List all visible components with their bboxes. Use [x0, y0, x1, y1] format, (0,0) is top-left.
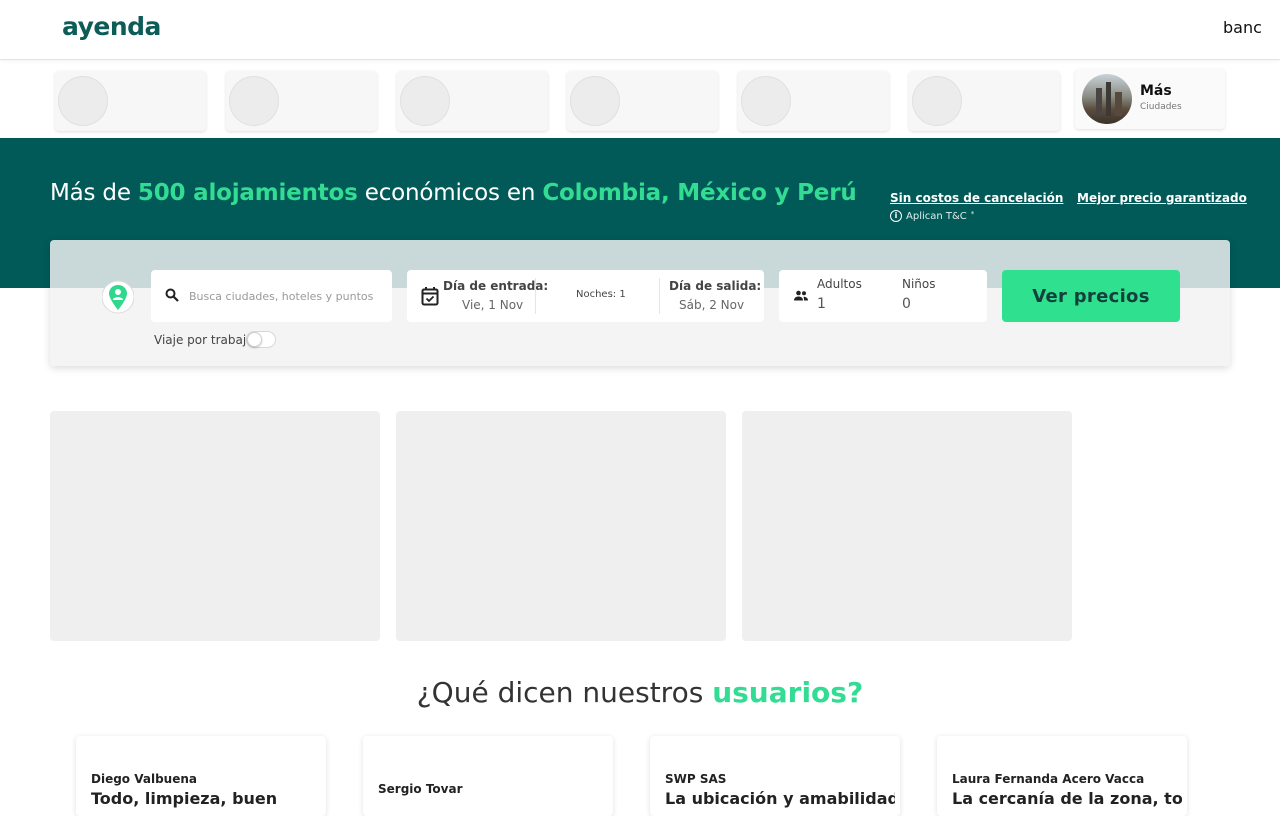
people-icon: [794, 290, 808, 301]
date-divider: [659, 278, 660, 314]
hotel-card-placeholder: [742, 411, 1072, 641]
date-divider: [535, 278, 536, 314]
city-image-placeholder: [229, 76, 279, 126]
hotel-card-placeholder: [396, 411, 726, 641]
city-card[interactable]: [397, 71, 548, 131]
more-cities-title: Más: [1140, 83, 1172, 99]
info-icon: i: [890, 210, 902, 222]
more-cities-card[interactable]: Más Ciudades: [1075, 69, 1225, 129]
toggle-knob: [247, 332, 262, 347]
review-text: La cercanía de la zona, todo: [952, 789, 1182, 808]
work-trip-label: Viaje por trabajo: [154, 333, 254, 347]
no-cancellation-cost-link[interactable]: Sin costos de cancelación: [890, 191, 1063, 205]
terms-asterisk: *: [970, 210, 975, 218]
testimonial-card: Sergio Tovar: [363, 736, 613, 816]
search-icon: [165, 288, 179, 302]
city-image-placeholder: [912, 76, 962, 126]
testimonial-card: Diego Valbuena Todo, limpieza, buen: [76, 736, 326, 816]
checkout-label: Día de salida:: [669, 279, 762, 293]
kids-count[interactable]: 0: [902, 296, 911, 312]
guests-field[interactable]: Adultos 1 Niños 0: [779, 270, 987, 322]
reviewer-name: Laura Fernanda Acero Vacca: [952, 772, 1145, 786]
kids-label: Niños: [902, 277, 936, 291]
city-card[interactable]: [567, 71, 718, 131]
destination-field[interactable]: [151, 270, 392, 322]
city-card[interactable]: [55, 71, 206, 131]
terms-text: Aplican T&C: [906, 210, 967, 222]
city-card[interactable]: [909, 71, 1060, 131]
city-card[interactable]: [738, 71, 889, 131]
testimonial-card: Laura Fernanda Acero Vacca La cercanía d…: [937, 736, 1187, 816]
city-skyline-image: [1082, 74, 1132, 124]
city-image-placeholder: [58, 76, 108, 126]
checkin-label: Día de entrada:: [443, 279, 549, 293]
dates-field[interactable]: Día de entrada: Vie, 1 Nov Noches: 1 Día…: [407, 270, 764, 322]
review-text: Todo, limpieza, buen: [91, 789, 278, 808]
reviewer-name: Diego Valbuena: [91, 772, 197, 786]
city-card[interactable]: [226, 71, 377, 131]
work-trip-toggle[interactable]: [246, 331, 276, 348]
best-price-guaranteed-link[interactable]: Mejor precio garantizado: [1077, 191, 1247, 205]
city-image-placeholder: [400, 76, 450, 126]
destination-search-input[interactable]: [189, 282, 385, 310]
top-navbar: ayenda banc: [0, 0, 1280, 60]
calendar-check-icon: [421, 287, 439, 306]
adults-label: Adultos: [817, 277, 862, 291]
testimonials-title: ¿Qué dicen nuestros usuarios?: [416, 676, 864, 709]
reviewer-name: SWP SAS: [665, 772, 727, 786]
terms-note: i Aplican T&C *: [890, 210, 974, 222]
city-image-placeholder: [570, 76, 620, 126]
ayenda-logo[interactable]: ayenda: [62, 12, 161, 41]
hero-title: Más de 500 alojamientos económicos en Co…: [50, 180, 857, 206]
view-prices-button[interactable]: Ver precios: [1002, 270, 1180, 322]
location-pin-icon: [102, 280, 134, 314]
testimonial-card: SWP SAS La ubicación y amabilidad de: [650, 736, 900, 816]
checkout-value[interactable]: Sáb, 2 Nov: [679, 298, 744, 312]
review-text: La ubicación y amabilidad de: [665, 789, 895, 808]
hotel-card-placeholder: [50, 411, 380, 641]
more-cities-subtitle: Ciudades: [1140, 102, 1182, 112]
checkin-value[interactable]: Vie, 1 Nov: [462, 298, 523, 312]
city-image-placeholder: [741, 76, 791, 126]
nights-count: Noches: 1: [576, 289, 626, 300]
adults-count[interactable]: 1: [817, 296, 826, 312]
header-nav-link[interactable]: banc: [1223, 18, 1262, 37]
reviewer-name: Sergio Tovar: [378, 782, 463, 796]
